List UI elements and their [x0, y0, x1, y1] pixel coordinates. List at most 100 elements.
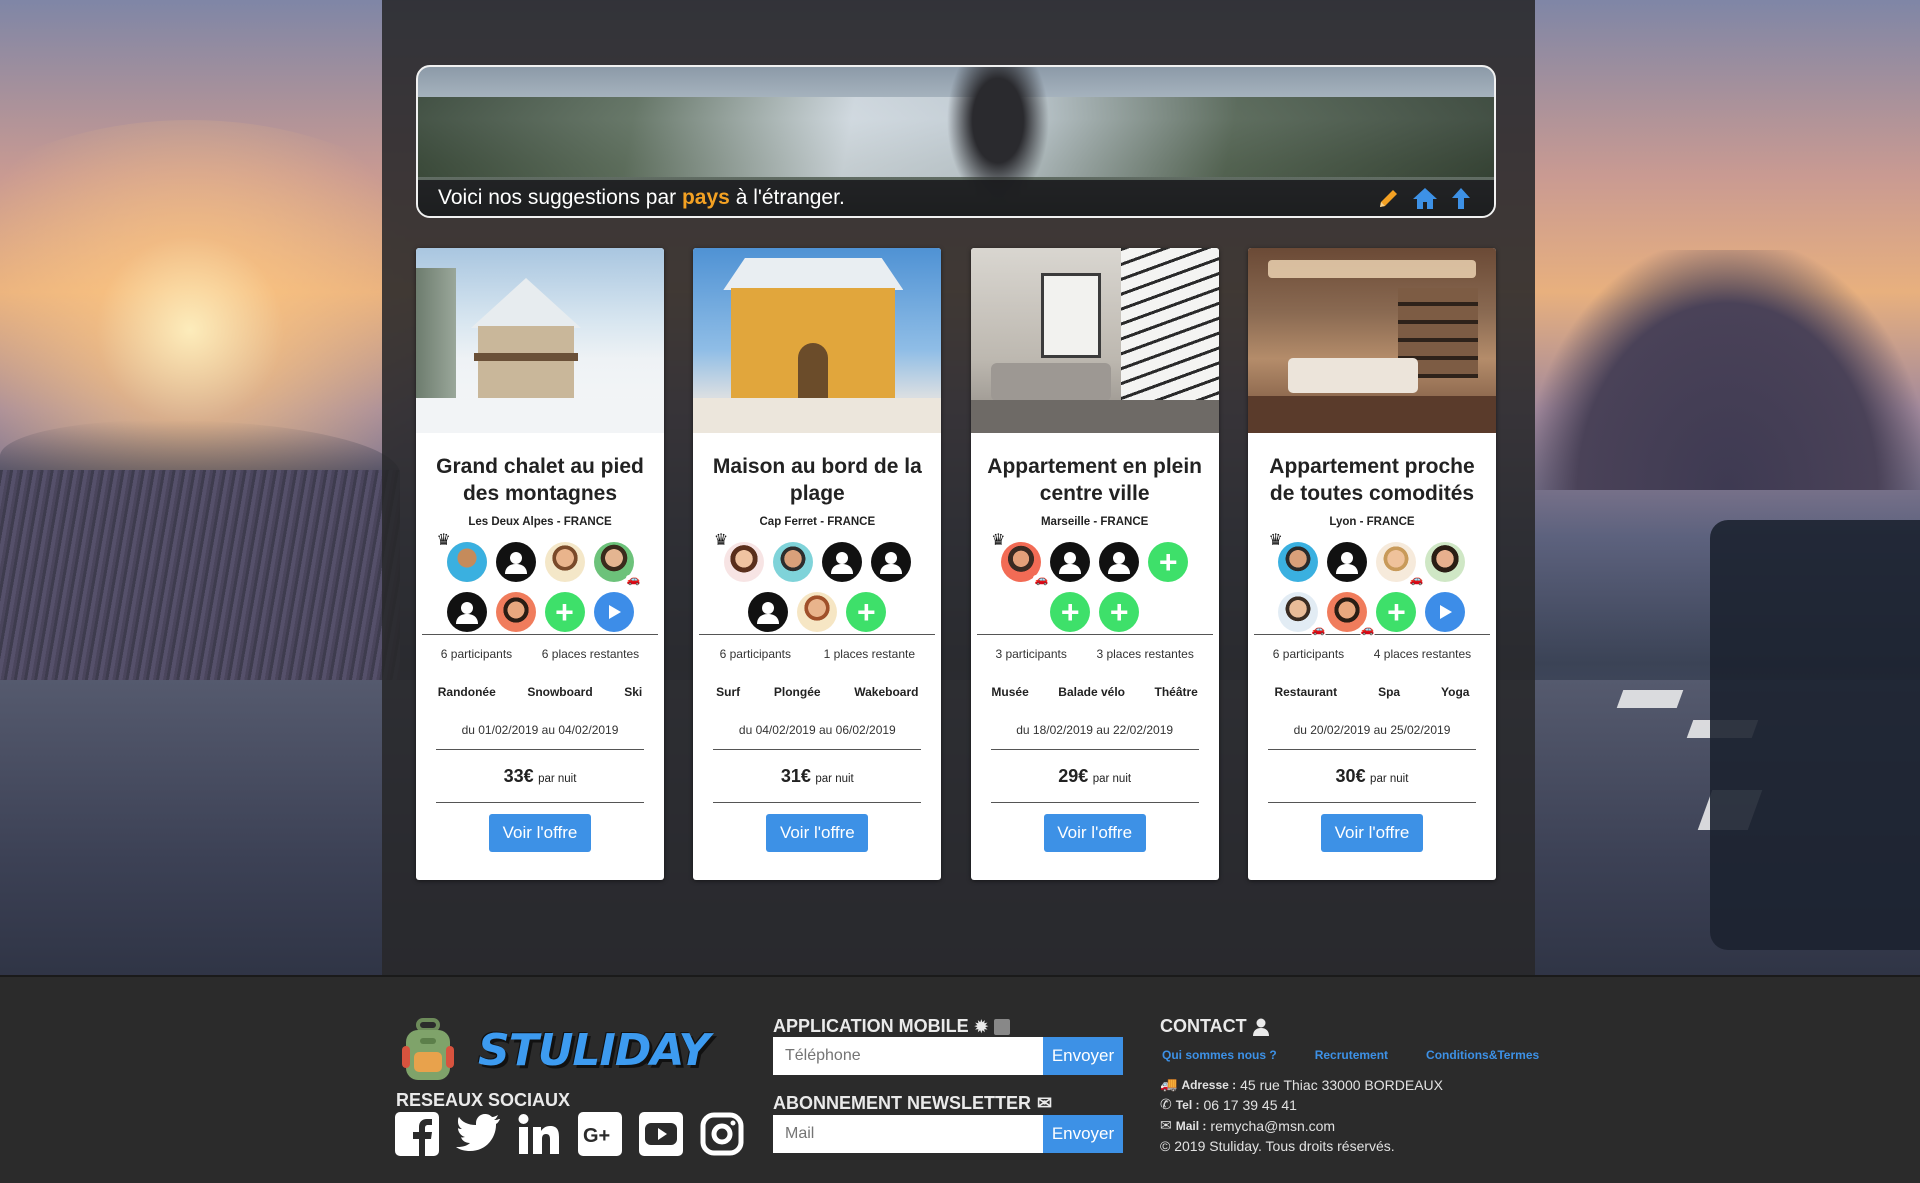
- activities: Musée Balade vélo Théâtre: [971, 673, 1219, 711]
- android-icon: ✹: [974, 1018, 989, 1036]
- chalet-walls: [478, 326, 574, 401]
- crown-icon: ♛: [991, 532, 1006, 549]
- snow-ground: [416, 398, 664, 433]
- view-offer-button[interactable]: Voir l'offre: [489, 814, 591, 852]
- instagram-icon[interactable]: [700, 1112, 744, 1156]
- more-participants-button[interactable]: [1425, 592, 1466, 632]
- avatar-woman[interactable]: 🚗: [593, 542, 642, 586]
- add-participant-button[interactable]: +: [846, 592, 887, 632]
- avatar-bearded-man[interactable]: [797, 592, 838, 632]
- view-offer-button[interactable]: Voir l'offre: [766, 814, 869, 852]
- divider: [990, 802, 1199, 803]
- send-newsletter-button[interactable]: Envoyer: [1043, 1115, 1123, 1153]
- terms-link[interactable]: Conditions&Termes: [1426, 1048, 1539, 1062]
- newsletter-form: Envoyer: [773, 1115, 1123, 1153]
- banner-text-after: à l'étranger.: [729, 186, 845, 209]
- twitter-icon[interactable]: [456, 1112, 500, 1156]
- add-participant-button[interactable]: +: [1050, 592, 1091, 632]
- activities: Restaurant Spa Yoga: [1248, 673, 1496, 711]
- arrow-up-icon[interactable]: [1448, 185, 1474, 211]
- crown-icon: ♛: [436, 532, 451, 549]
- add-participant-button[interactable]: +: [544, 592, 585, 632]
- chalet-balcony: [474, 353, 578, 361]
- google-plus-icon[interactable]: G+: [578, 1112, 622, 1156]
- sofa: [1287, 358, 1418, 393]
- avatar-empty-user[interactable]: [1327, 542, 1368, 582]
- divider: [436, 802, 644, 803]
- linkedin-icon[interactable]: [517, 1112, 561, 1156]
- brand-name: STULIDAY: [478, 1024, 710, 1076]
- envelope-icon: ✉: [1037, 1093, 1053, 1113]
- card-location: Les Deux Alpes - FRANCE: [468, 516, 612, 528]
- add-participant-button[interactable]: +: [1099, 592, 1140, 632]
- offer-card: Grand chalet au pied des montagnes Les D…: [416, 248, 664, 880]
- avatar-woman-2[interactable]: [495, 592, 536, 632]
- send-phone-button[interactable]: Envoyer: [1043, 1037, 1123, 1075]
- activity: Randonée: [437, 685, 496, 699]
- activity: Musée: [991, 685, 1029, 699]
- card-stats: 6 participants 6 places restantes: [416, 635, 664, 673]
- contact-title-text: CONTACT: [1160, 1016, 1247, 1036]
- youtube-icon[interactable]: [639, 1112, 683, 1156]
- view-offer-button[interactable]: Voir l'offre: [1320, 814, 1423, 852]
- add-participant-button[interactable]: +: [1376, 592, 1417, 632]
- home-icon[interactable]: [1412, 185, 1438, 211]
- more-participants-button[interactable]: [593, 592, 634, 632]
- view-offer-button[interactable]: Voir l'offre: [1043, 814, 1146, 852]
- participants-count: 6 participants: [440, 647, 513, 661]
- price-unit: par nuit: [538, 773, 577, 785]
- places-remaining: 4 places restantes: [1373, 647, 1472, 661]
- floor: [1247, 396, 1496, 433]
- avatar-empty-user[interactable]: [1050, 542, 1091, 582]
- avatar-empty-user[interactable]: [495, 542, 536, 582]
- participants-grid: ♛ +: [714, 532, 919, 634]
- car-icon: 🚗: [1359, 624, 1376, 636]
- avatar-owner[interactable]: ♛: [1268, 532, 1319, 582]
- banner-caption-bar: Voici nos suggestions par pays à l'étran…: [418, 180, 1494, 216]
- sand-ground: [693, 398, 942, 433]
- avatar-empty-user[interactable]: [446, 592, 487, 632]
- mail-input[interactable]: [773, 1115, 1043, 1153]
- avatar-empty-user[interactable]: [870, 542, 911, 582]
- facebook-icon[interactable]: [395, 1112, 439, 1156]
- svg-text:G+: G+: [583, 1125, 610, 1147]
- avatar-owner[interactable]: ♛: [437, 532, 487, 582]
- avatar-owner[interactable]: ♛: [714, 532, 764, 582]
- avatar-man-sunglasses[interactable]: [772, 542, 813, 582]
- copyright: © 2019 Stuliday. Tous droits réservés.: [1160, 1138, 1395, 1154]
- avatar-empty-user[interactable]: [1099, 542, 1140, 582]
- avatar-blond-man[interactable]: 🚗: [1376, 542, 1425, 586]
- social-title: RESEAUX SOCIAUX: [396, 1090, 570, 1111]
- tel-label: Tel :: [1175, 1097, 1200, 1112]
- brand-logo[interactable]: STULIDAY: [400, 1018, 710, 1082]
- price-value: 29€: [1058, 766, 1089, 786]
- avatar-bearded-man[interactable]: [544, 542, 585, 582]
- avatar-woman[interactable]: [1425, 542, 1466, 582]
- avatar-owner[interactable]: ♛ 🚗: [991, 532, 1050, 586]
- avatar-empty-user[interactable]: [748, 592, 789, 632]
- pencil-icon[interactable]: [1376, 185, 1402, 211]
- banner-highlight: pays: [681, 186, 730, 209]
- tel-value: 06 17 39 45 41: [1203, 1096, 1297, 1113]
- phone-line: ✆ Tel :06 17 39 45 41: [1160, 1096, 1297, 1113]
- card-location: Lyon - FRANCE: [1329, 516, 1415, 528]
- phone-input[interactable]: [773, 1037, 1043, 1075]
- offer-card: Appartement proche de toutes comodités L…: [1247, 248, 1496, 880]
- price-unit: par nuit: [1092, 773, 1132, 785]
- about-link[interactable]: Qui sommes nous ?: [1162, 1048, 1277, 1062]
- card-price: 30€ par nuit: [1248, 750, 1496, 802]
- avatar-woman-2[interactable]: 🚗: [1327, 592, 1376, 636]
- car-icon: 🚗: [1033, 574, 1050, 586]
- add-participant-button[interactable]: +: [1148, 542, 1189, 582]
- backpack-icon: [402, 1018, 454, 1080]
- beach-house-photo: [693, 248, 942, 433]
- sofa: [990, 363, 1111, 401]
- avatar-man[interactable]: 🚗: [1278, 592, 1327, 636]
- recruitment-link[interactable]: Recrutement: [1315, 1048, 1388, 1062]
- footer-links: Qui sommes nous ? Recrutement Conditions…: [1162, 1048, 1539, 1062]
- card-location: Cap Ferret - FRANCE: [759, 516, 876, 528]
- avatar-empty-user[interactable]: [821, 542, 862, 582]
- phone-form: Envoyer: [773, 1037, 1123, 1075]
- card-dates: du 04/02/2019 au 06/02/2019: [738, 723, 896, 737]
- mail-line: ✉ Mail : remycha@msn.com: [1160, 1117, 1335, 1134]
